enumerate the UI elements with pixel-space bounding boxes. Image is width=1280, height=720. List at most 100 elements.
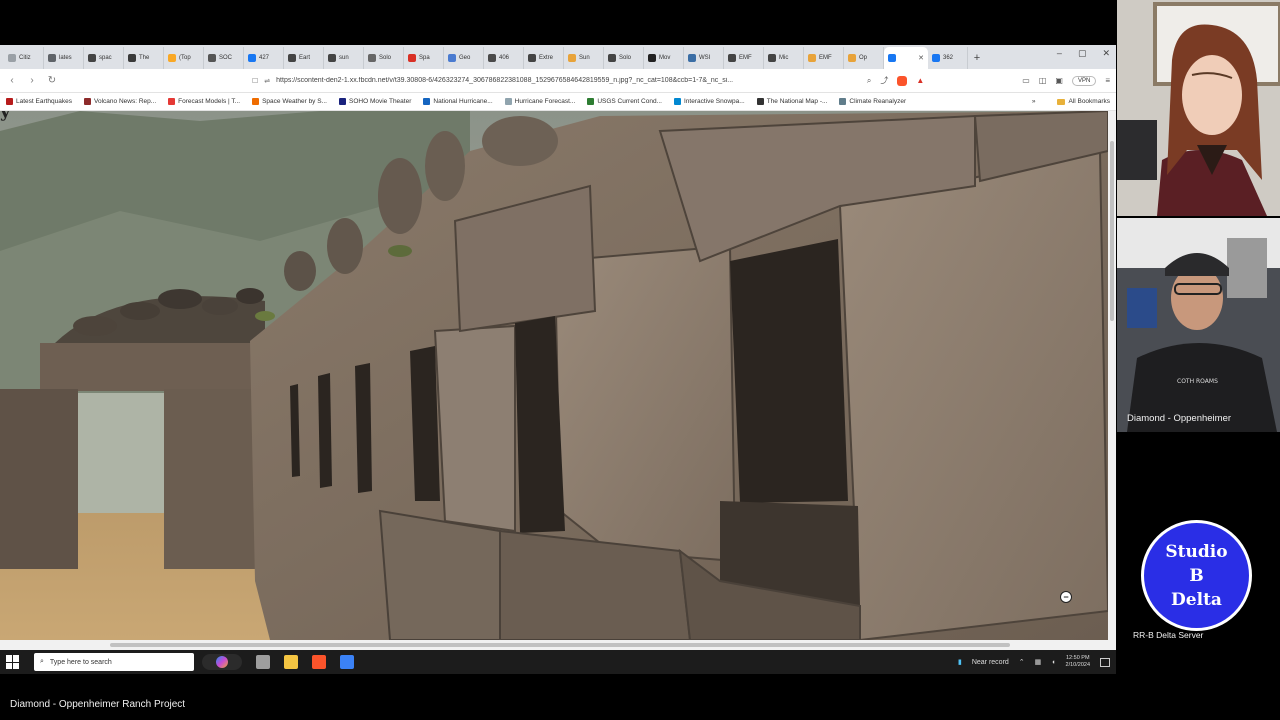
browser-tab[interactable]: (Top [164, 47, 204, 69]
tab-label: Extre [539, 55, 554, 61]
browser-tab[interactable]: lates [44, 47, 84, 69]
svg-text:y: y [0, 111, 11, 122]
browser-tab[interactable]: 427 [244, 47, 284, 69]
rewards-icon[interactable]: ▲ [916, 76, 924, 85]
stone-wall-photo: y [0, 111, 1108, 640]
browser-tab[interactable]: Solo [364, 47, 404, 69]
browser-tab[interactable]: ✕ [884, 47, 928, 69]
back-icon[interactable]: ‹ [6, 75, 18, 86]
zoom-out-button[interactable]: − [1060, 591, 1072, 603]
browser-tab[interactable]: Citiz [4, 47, 44, 69]
tab-favicon-icon [848, 54, 856, 62]
file-explorer-icon[interactable] [284, 655, 298, 669]
bookmark-item[interactable]: Hurricane Forecast... [504, 98, 575, 105]
browser-tab[interactable]: Geo [444, 47, 484, 69]
reload-icon[interactable]: ↻ [46, 75, 58, 86]
bookmark-item[interactable]: SOHO Movie Theater [339, 98, 411, 105]
bookmark-item[interactable]: Forecast Models | T... [168, 98, 240, 105]
forward-icon[interactable]: › [26, 75, 38, 86]
tab-favicon-icon [168, 54, 176, 62]
bookmark-item[interactable]: Space Weather by S... [252, 98, 327, 105]
menu-icon[interactable]: ≡ [1105, 76, 1110, 85]
sidebar-icon[interactable]: ▭ [1022, 76, 1030, 85]
tab-label: Citiz [19, 55, 31, 61]
image-viewer[interactable]: y [0, 111, 1108, 640]
minimize-button[interactable]: – [1057, 48, 1062, 59]
bookmark-item[interactable]: The National Map -... [756, 98, 827, 105]
browser-tab[interactable]: EMF [804, 47, 844, 69]
bookmarks-overflow-icon[interactable]: » [1032, 98, 1036, 105]
tab-favicon-icon [568, 54, 576, 62]
scroll-thumb[interactable] [110, 643, 1010, 647]
site-info-icon[interactable]: ⇌ [264, 77, 270, 85]
bookmark-item[interactable]: Climate Reanalyzer [839, 98, 906, 105]
browser-tab[interactable]: EMF [724, 47, 764, 69]
bookmark-item[interactable]: Latest Earthquakes [6, 98, 72, 105]
clock[interactable]: 12:50 PM 2/10/2024 [1066, 655, 1090, 669]
task-view-icon[interactable] [256, 655, 270, 669]
tab-strip: Citiz lates spac The (Top SOC 427 Eart sun Solo Sp… [0, 45, 1116, 69]
bookmark-favicon-icon [756, 98, 764, 105]
browser-tab[interactable]: Op [844, 47, 884, 69]
browser-tab[interactable]: Solo [604, 47, 644, 69]
new-tab-button[interactable]: + [968, 47, 986, 69]
scroll-thumb[interactable] [1110, 141, 1114, 321]
tab-favicon-icon [248, 54, 256, 62]
close-window-button[interactable]: ✕ [1102, 48, 1110, 59]
bookmark-item[interactable]: Interactive Snowpa... [674, 98, 745, 105]
browser-tab[interactable]: Extre [524, 47, 564, 69]
address-bar[interactable]: ☐ ⇌ https://scontent-den2-1.xx.fbcdn.net… [246, 71, 806, 90]
bookmark-item[interactable]: Volcano News: Rep... [84, 98, 156, 105]
share-icon[interactable]: ⤴ [880, 75, 888, 86]
browser-tab[interactable]: 406 [484, 47, 524, 69]
bookmark-label: Space Weather by S... [262, 98, 327, 105]
windows-start-icon[interactable] [6, 655, 20, 669]
server-caption: RR-B Delta Server [1133, 630, 1204, 640]
bookmarks-bar: Latest Earthquakes Volcano News: Rep... Fo… [0, 93, 1116, 111]
close-tab-icon[interactable]: ✕ [918, 54, 924, 62]
restore-button[interactable]: ▢ [1078, 48, 1087, 59]
weather-status[interactable]: Near record [972, 659, 1009, 666]
browser-tab[interactable]: Spa [404, 47, 444, 69]
browser-tab[interactable]: WSI [684, 47, 724, 69]
bookmark-favicon-icon [84, 98, 92, 105]
bookmark-star-icon[interactable]: ☐ [252, 77, 258, 85]
brave-shields-icon[interactable] [897, 75, 908, 86]
tab-label: lates [59, 55, 72, 61]
vertical-scrollbar[interactable] [1108, 111, 1116, 640]
browser-tab[interactable]: Mov [644, 47, 684, 69]
browser-tab[interactable]: 362 [928, 47, 968, 69]
tab-label: Solo [379, 55, 392, 61]
all-bookmarks-button[interactable]: All Bookmarks [1057, 98, 1110, 105]
browser-tab[interactable]: The [124, 47, 164, 69]
browser-tab[interactable]: sun [324, 47, 364, 69]
bookmark-item[interactable]: USGS Current Cond... [587, 98, 662, 105]
volume-icon[interactable]: ◖ [1051, 659, 1055, 666]
extensions-icon[interactable]: ◫ [1039, 76, 1047, 85]
bookmark-label: Forecast Models | T... [178, 98, 241, 105]
zoom-icon[interactable]: ⌕ [867, 76, 871, 86]
bookmark-item[interactable]: National Hurricane... [423, 98, 493, 105]
browser-tab[interactable]: spac [84, 47, 124, 69]
browser-tab[interactable]: Sun [564, 47, 604, 69]
tab-label: Eart [299, 55, 311, 61]
chevron-up-icon[interactable]: ⌃ [1019, 658, 1025, 666]
copilot-button[interactable] [202, 654, 242, 670]
bookmark-favicon-icon [6, 98, 13, 105]
notification-icon[interactable] [1100, 657, 1110, 667]
vpn-button[interactable]: VPN [1071, 75, 1097, 86]
tab-favicon-icon [448, 54, 456, 62]
weather-icon[interactable]: ▮ [958, 658, 962, 666]
streaming-app-icon[interactable] [340, 655, 354, 669]
tab-label: WSI [699, 55, 711, 61]
tab-label: Mic [779, 55, 789, 61]
network-icon[interactable]: ▦ [1035, 658, 1042, 666]
tab-label: Sun [579, 55, 590, 61]
browser-tab[interactable]: SOC [204, 47, 244, 69]
browser-tab[interactable]: Eart [284, 47, 324, 69]
taskbar-search-input[interactable]: ⌕ Type here to search [34, 653, 194, 671]
horizontal-scrollbar[interactable] [0, 640, 1116, 650]
brave-icon[interactable] [312, 655, 326, 669]
browser-tab[interactable]: Mic [764, 47, 804, 69]
wallet-icon[interactable]: ▣ [1055, 76, 1063, 85]
